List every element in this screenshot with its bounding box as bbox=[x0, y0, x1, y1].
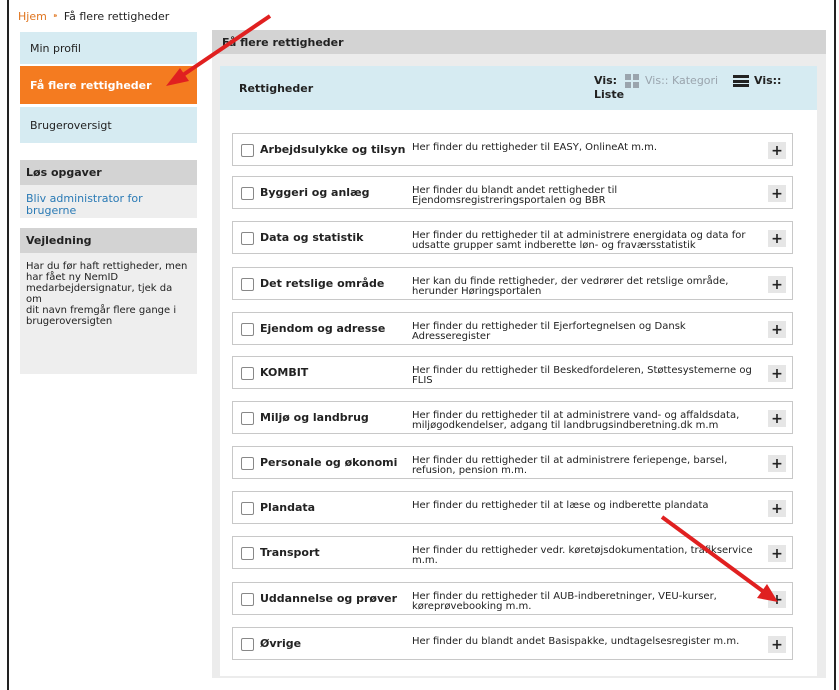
category-row: Personale og økonomi Her finder du retti… bbox=[232, 446, 793, 479]
category-checkbox[interactable] bbox=[241, 638, 254, 651]
guide-line: Har du før haft rettigheder, men bbox=[26, 261, 188, 272]
category-description: Her kan du finde rettigheder, der vedrør… bbox=[412, 276, 729, 297]
category-row: Uddannelse og prøver Her finder du retti… bbox=[232, 582, 793, 615]
sidebar-item-faa-flere-rettigheder[interactable]: Få flere rettigheder bbox=[20, 66, 197, 104]
breadcrumb: Hjem ⁍ Få flere rettigheder bbox=[18, 10, 169, 23]
expand-plus-button[interactable]: + bbox=[768, 142, 786, 159]
category-name: Plandata bbox=[260, 501, 316, 514]
category-description: Her finder du rettigheder til at adminis… bbox=[412, 230, 746, 251]
category-checkbox[interactable] bbox=[241, 232, 254, 245]
category-checkbox[interactable] bbox=[241, 593, 254, 606]
category-row: Transport Her finder du rettigheder vedr… bbox=[232, 536, 793, 569]
sidebar-item-label: Min profil bbox=[30, 41, 81, 55]
category-name: Data og statistik bbox=[260, 231, 364, 244]
category-row: Miljø og landbrug Her finder du rettighe… bbox=[232, 401, 793, 434]
sidebar-item-min-profil[interactable]: Min profil bbox=[20, 32, 197, 64]
category-name: Ejendom og adresse bbox=[260, 322, 386, 335]
view-list-toggle[interactable]: Vis:: bbox=[754, 74, 781, 87]
rights-header: Rettigheder Vis: Liste Vis:: Kategori Vi… bbox=[220, 66, 817, 110]
category-checkbox[interactable] bbox=[241, 323, 254, 336]
expand-plus-button[interactable]: + bbox=[768, 545, 786, 562]
category-name: KOMBIT bbox=[260, 366, 309, 379]
sidebar-item-label: Brugeroversigt bbox=[30, 118, 112, 132]
category-checkbox[interactable] bbox=[241, 502, 254, 515]
category-row: Data og statistik Her finder du rettighe… bbox=[232, 221, 793, 254]
view-category-toggle[interactable]: Vis:: Kategori bbox=[645, 74, 718, 87]
category-description: Her finder du rettigheder til Ejerforteg… bbox=[412, 321, 686, 342]
category-checkbox[interactable] bbox=[241, 144, 254, 157]
expand-plus-button[interactable]: + bbox=[768, 276, 786, 293]
category-name: Uddannelse og prøver bbox=[260, 592, 398, 605]
breadcrumb-current: Få flere rettigheder bbox=[63, 10, 170, 23]
view-label: Vis: Liste bbox=[594, 74, 624, 102]
category-name: Personale og økonomi bbox=[260, 456, 398, 469]
breadcrumb-separator-icon: ⁍ bbox=[52, 11, 58, 22]
category-checkbox[interactable] bbox=[241, 278, 254, 291]
expand-plus-button[interactable]: + bbox=[768, 365, 786, 382]
category-name: Arbejdsulykke og tilsyn bbox=[260, 143, 406, 156]
guide-box: Vejledning Har du før haft rettigheder, … bbox=[20, 228, 197, 374]
category-checkbox[interactable] bbox=[241, 187, 254, 200]
category-description: Her finder du rettigheder vedr. køretøjs… bbox=[412, 545, 753, 566]
expand-plus-button[interactable]: + bbox=[768, 636, 786, 653]
expand-plus-button[interactable]: + bbox=[768, 500, 786, 517]
category-checkbox[interactable] bbox=[241, 412, 254, 425]
list-icon[interactable] bbox=[733, 75, 749, 87]
tasks-heading: Løs opgaver bbox=[20, 160, 197, 185]
sidebar-item-brugeroversigt[interactable]: Brugeroversigt bbox=[20, 107, 197, 143]
expand-plus-button[interactable]: + bbox=[768, 591, 786, 608]
category-description: Her finder du rettigheder til at læse og… bbox=[412, 500, 709, 511]
guide-heading: Vejledning bbox=[20, 228, 197, 253]
expand-plus-button[interactable]: + bbox=[768, 230, 786, 247]
category-row: Plandata Her finder du rettigheder til a… bbox=[232, 491, 793, 524]
category-description: Her finder du blandt andet Basispakke, u… bbox=[412, 636, 740, 647]
view-label-text: Vis: bbox=[594, 74, 618, 87]
page-title: Få flere rettigheder bbox=[212, 30, 826, 54]
guide-line: brugeroversigten bbox=[26, 316, 113, 327]
grid-icon[interactable] bbox=[625, 74, 639, 88]
tasks-box: Løs opgaver Bliv administrator for bruge… bbox=[20, 160, 197, 218]
category-checkbox[interactable] bbox=[241, 367, 254, 380]
category-description: Her finder du rettigheder til Beskedford… bbox=[412, 365, 752, 386]
expand-plus-button[interactable]: + bbox=[768, 410, 786, 427]
become-admin-link[interactable]: Bliv administrator for brugerne bbox=[26, 192, 143, 217]
category-row: Byggeri og anlæg Her finder du blandt an… bbox=[232, 176, 793, 209]
category-name: Det retslige område bbox=[260, 277, 385, 290]
category-description: Her finder du rettigheder til at adminis… bbox=[412, 410, 740, 431]
category-description: Her finder du rettigheder til EASY, Onli… bbox=[412, 142, 658, 153]
category-name: Transport bbox=[260, 546, 320, 559]
expand-plus-button[interactable]: + bbox=[768, 185, 786, 202]
expand-plus-button[interactable]: + bbox=[768, 321, 786, 338]
category-row: Arbejdsulykke og tilsyn Her finder du re… bbox=[232, 133, 793, 166]
rights-title: Rettigheder bbox=[239, 82, 314, 95]
guide-line: har fået ny NemID bbox=[26, 272, 119, 283]
category-row: Det retslige område Her kan du finde ret… bbox=[232, 267, 793, 300]
category-description: Her finder du rettigheder til AUB-indber… bbox=[412, 591, 717, 612]
category-description: Her finder du rettigheder til at adminis… bbox=[412, 455, 728, 476]
expand-plus-button[interactable]: + bbox=[768, 455, 786, 472]
category-row: KOMBIT Her finder du rettigheder til Bes… bbox=[232, 356, 793, 389]
category-name: Byggeri og anlæg bbox=[260, 186, 370, 199]
view-list-label-text: Liste bbox=[594, 88, 625, 101]
category-name: Miljø og landbrug bbox=[260, 411, 369, 424]
guide-line: dit navn fremgår flere gange i bbox=[26, 305, 177, 316]
sidebar-item-label: Få flere rettigheder bbox=[30, 78, 152, 92]
category-checkbox[interactable] bbox=[241, 547, 254, 560]
guide-text: Har du før haft rettigheder, men har fåe… bbox=[20, 253, 197, 335]
category-description: Her finder du blandt andet rettigheder t… bbox=[412, 185, 618, 206]
guide-line: medarbejdersignatur, tjek da om bbox=[26, 283, 173, 305]
category-checkbox[interactable] bbox=[241, 457, 254, 470]
category-name: Øvrige bbox=[260, 637, 302, 650]
category-row: Øvrige Her finder du blandt andet Basisp… bbox=[232, 627, 793, 660]
category-row: Ejendom og adresse Her finder du rettigh… bbox=[232, 312, 793, 345]
breadcrumb-home-link[interactable]: Hjem bbox=[18, 10, 47, 23]
